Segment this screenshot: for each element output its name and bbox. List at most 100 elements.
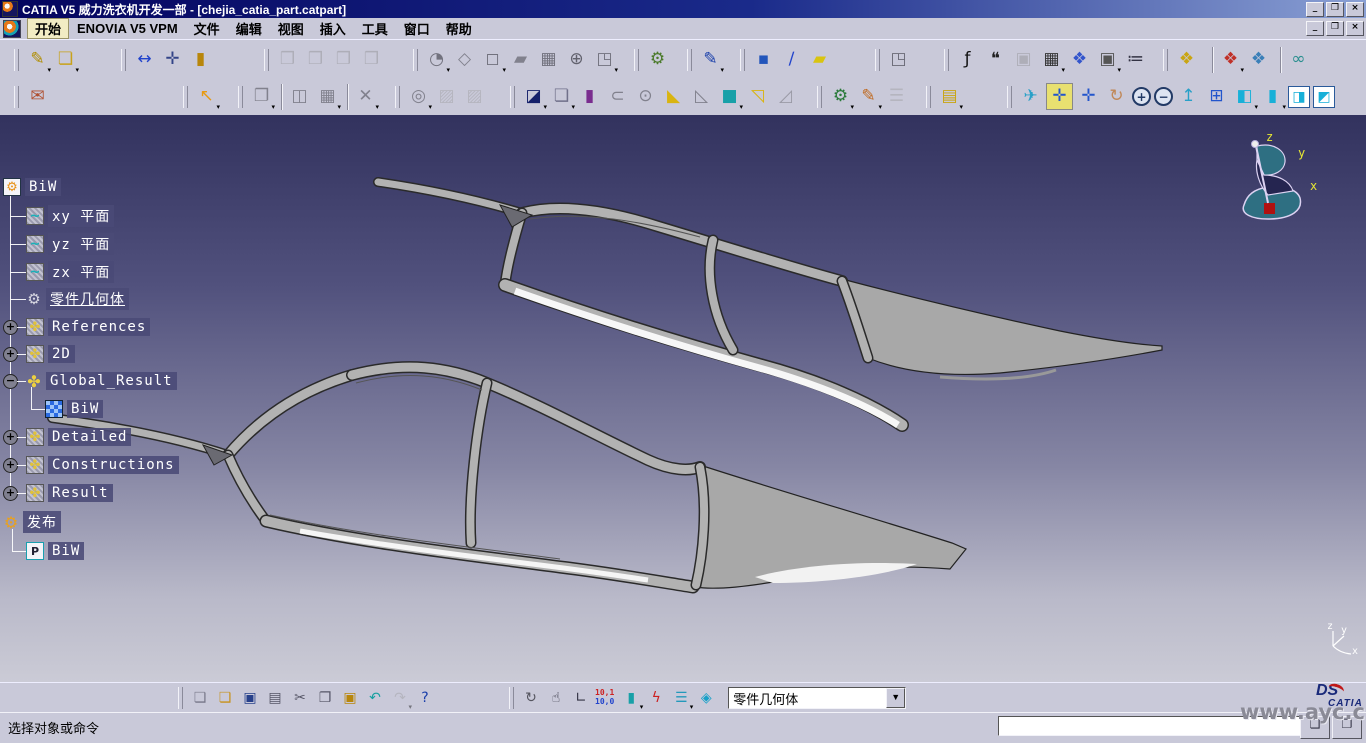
zoom-in-button[interactable]: + xyxy=(1132,87,1151,106)
dropdown-arrow-icon[interactable]: ▾ xyxy=(1117,67,1121,74)
menu-edit[interactable]: 编辑 xyxy=(228,18,270,39)
surface-revolve-button[interactable]: ◔▾ xyxy=(424,47,449,72)
object-repetition-button[interactable]: ∞ xyxy=(1286,47,1311,72)
surface-extrude-button[interactable]: ◻▾ xyxy=(480,47,505,72)
batch-check-button[interactable]: ⚙▾ xyxy=(828,84,853,109)
dropdown-arrow-icon[interactable]: ▾ xyxy=(47,67,51,74)
surface-offset-button[interactable]: ◇ xyxy=(452,47,477,72)
tree-item-label[interactable]: 2D xyxy=(48,345,75,363)
toolbar-grip[interactable] xyxy=(14,86,19,108)
split-body-button[interactable]: ▮ xyxy=(577,84,602,109)
dropdown-arrow-icon[interactable]: ▾ xyxy=(690,704,694,711)
menu-insert[interactable]: 插入 xyxy=(312,18,354,39)
update-button[interactable]: ↻ xyxy=(520,687,542,709)
tree-item-label[interactable]: Global_Result xyxy=(46,372,177,390)
fold-surface-button[interactable]: ◹ xyxy=(745,84,770,109)
restore-button[interactable]: ❐ xyxy=(1326,2,1344,17)
menu-enovia[interactable]: ENOVIA V5 VPM xyxy=(69,20,186,37)
menu-help[interactable]: 帮助 xyxy=(438,18,480,39)
dropdown-arrow-icon[interactable]: ▾ xyxy=(216,104,220,111)
toolbar-grip[interactable] xyxy=(509,687,514,709)
tree-item-label[interactable]: xy 平面 xyxy=(48,205,114,227)
toolbar-grip[interactable] xyxy=(1163,49,1168,71)
dropdown-arrow-icon[interactable]: ▾ xyxy=(502,67,506,74)
dropdown-arrow-icon[interactable]: ▾ xyxy=(1282,104,1286,111)
dropdown-arrow-icon[interactable]: ▾ xyxy=(271,104,275,111)
document-template-button[interactable]: ❖ xyxy=(1246,47,1271,72)
dropdown-arrow-icon[interactable]: ▾ xyxy=(408,704,412,711)
wire-sphere-button[interactable]: ◎▾ xyxy=(406,84,431,109)
catalog-4-button[interactable]: ❒ xyxy=(359,47,384,72)
combo-dropdown-button[interactable]: ▼ xyxy=(886,688,905,708)
minimize-button[interactable]: _ xyxy=(1306,2,1324,17)
toolbar-grip[interactable] xyxy=(634,49,639,71)
iso-view-button[interactable]: ◧▾ xyxy=(1232,84,1257,109)
send-to-button[interactable]: ✉ xyxy=(25,84,50,109)
compass-knob[interactable] xyxy=(1252,141,1259,148)
close-button[interactable]: × xyxy=(1346,21,1364,36)
toolbar-grip[interactable] xyxy=(926,86,931,108)
frame-member[interactable] xyxy=(378,182,522,213)
toolbar-grip[interactable] xyxy=(178,687,183,709)
toolbar-grip[interactable] xyxy=(817,86,822,108)
frame-member[interactable] xyxy=(522,209,842,281)
power-input-doc-button[interactable]: ❏ xyxy=(1300,716,1330,739)
multi-view-button[interactable]: ⊞ xyxy=(1204,84,1229,109)
tree-expander-result[interactable]: + xyxy=(3,486,18,501)
catalog-2-button[interactable]: ❒ xyxy=(303,47,328,72)
isoparametric-a-button[interactable]: ▨ xyxy=(434,84,459,109)
planes-button[interactable]: ◫ xyxy=(287,84,312,109)
circular-pattern-button[interactable]: ⊕ xyxy=(564,47,589,72)
3d-viewport[interactable]: z y x z y x ⚙BiW~xy 平面~yz 平面~zx 平面⚙零件几何体… xyxy=(0,115,1366,682)
plane-button[interactable]: ▰ xyxy=(807,47,832,72)
list-button[interactable]: ☰▾ xyxy=(670,687,692,709)
lock-button[interactable]: ▣▾ xyxy=(1095,47,1120,72)
zoom-out-button[interactable]: − xyxy=(1154,87,1173,106)
sketcher-button[interactable]: ✎▾ xyxy=(698,47,723,72)
normal-view-button[interactable]: ↥ xyxy=(1176,84,1201,109)
tree-item-label[interactable]: Result xyxy=(48,484,113,502)
tree-item-label[interactable]: zx 平面 xyxy=(48,261,114,283)
measure-between-button[interactable]: ↔ xyxy=(132,47,157,72)
tree-item-label[interactable]: BiW xyxy=(67,400,103,418)
toolbar-grip[interactable] xyxy=(687,49,692,71)
open-button[interactable]: ❏ xyxy=(214,687,236,709)
lock-small-button[interactable]: ▣ xyxy=(1011,47,1036,72)
hide-show-button[interactable]: ◨ xyxy=(1288,86,1310,108)
structure-list-button[interactable]: ☰ xyxy=(884,84,909,109)
dropdown-arrow-icon[interactable]: ▾ xyxy=(959,104,963,111)
menu-file[interactable]: 文件 xyxy=(186,18,228,39)
relations-button[interactable]: ❖ xyxy=(1067,47,1092,72)
tree-expander-2d[interactable]: + xyxy=(3,347,18,362)
pan-button[interactable]: ✛ xyxy=(1076,84,1101,109)
surface-multi-section-button[interactable]: ▦ xyxy=(536,47,561,72)
dropdown-arrow-icon[interactable]: ▾ xyxy=(375,104,379,111)
tools-palette-combo[interactable]: 零件几何体 ▼ xyxy=(728,687,906,709)
upper-frame-quarter[interactable] xyxy=(842,279,1162,374)
dropdown-arrow-icon[interactable]: ▾ xyxy=(614,67,618,74)
tree-item-label[interactable]: BiW xyxy=(48,542,84,560)
document-icon[interactable] xyxy=(3,20,21,38)
restore-button[interactable]: ❐ xyxy=(1326,21,1344,36)
cut-button[interactable]: ✂ xyxy=(289,687,311,709)
select-arrow-button[interactable]: ↖▾ xyxy=(194,84,219,109)
toolbar-grip[interactable] xyxy=(510,86,515,108)
exit-workbench-button[interactable]: ◪▾ xyxy=(521,84,546,109)
fit-all-in-button[interactable]: ✛ xyxy=(1046,83,1073,110)
dropdown-arrow-icon[interactable]: ▾ xyxy=(878,104,882,111)
toolbar-grip[interactable] xyxy=(1007,86,1012,108)
dropdown-arrow-icon[interactable]: ▾ xyxy=(1061,67,1065,74)
catalog-box-button[interactable]: ▮▾ xyxy=(620,687,642,709)
power-input-help-button[interactable]: ❐ xyxy=(1332,716,1362,739)
tree-item-label[interactable]: 发布 xyxy=(23,511,61,533)
formula-button[interactable]: ƒ xyxy=(955,47,980,72)
toolbar-grip[interactable] xyxy=(413,49,418,71)
dropdown-arrow-icon[interactable]: ▾ xyxy=(75,67,79,74)
tree-expander-global_result[interactable]: − xyxy=(3,374,18,389)
power-copy-button[interactable]: ❖ xyxy=(1174,47,1199,72)
whats-this-button[interactable]: ? xyxy=(414,687,436,709)
layers-button[interactable]: ▤▾ xyxy=(937,84,962,109)
dropdown-arrow-icon[interactable]: ▾ xyxy=(446,67,450,74)
toolbar-grip[interactable] xyxy=(740,49,745,71)
measure-inertia-button[interactable]: ▮ xyxy=(188,47,213,72)
